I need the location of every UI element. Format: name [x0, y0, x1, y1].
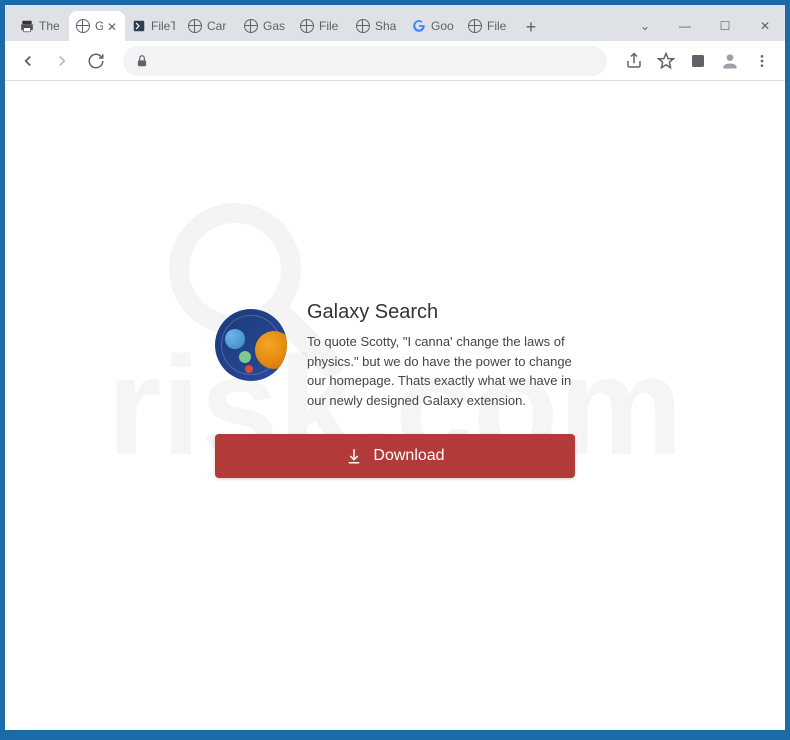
minimize-button[interactable]: — — [665, 11, 705, 41]
page-description: To quote Scotty, "I canna' change the la… — [307, 332, 575, 410]
tab-strip: The G ✕ FileT Car Gas File — [5, 5, 785, 41]
globe-icon — [467, 18, 483, 34]
lock-icon — [135, 54, 149, 68]
google-icon — [411, 18, 427, 34]
menu-button[interactable] — [747, 46, 777, 76]
window-dropdown-button[interactable]: ⌄ — [625, 11, 665, 41]
reload-button[interactable] — [81, 46, 111, 76]
tab-sha[interactable]: Sha — [349, 11, 405, 41]
tab-car[interactable]: Car — [181, 11, 237, 41]
file-icon — [131, 18, 147, 34]
tab-title: The — [39, 19, 63, 33]
tab-the[interactable]: The — [13, 11, 69, 41]
galaxy-planet-icon — [215, 309, 287, 381]
profile-button[interactable] — [715, 46, 745, 76]
share-button[interactable] — [619, 46, 649, 76]
globe-icon — [187, 18, 203, 34]
tab-file2[interactable]: File — [461, 11, 517, 41]
back-button[interactable] — [13, 46, 43, 76]
tab-google[interactable]: Goo — [405, 11, 461, 41]
new-tab-button[interactable]: + — [517, 13, 545, 41]
tab-title: Car — [207, 19, 231, 33]
download-label: Download — [373, 447, 444, 465]
download-icon — [345, 447, 363, 465]
tab-file1[interactable]: File — [293, 11, 349, 41]
tab-title: Gas — [263, 19, 287, 33]
tab-title: File — [487, 19, 511, 33]
tab-title: File — [319, 19, 343, 33]
toolbar — [5, 41, 785, 81]
tab-title: G — [95, 19, 103, 33]
tab-title: FileT — [151, 19, 175, 33]
printer-icon — [19, 18, 35, 34]
bookmark-button[interactable] — [651, 46, 681, 76]
maximize-button[interactable]: ☐ — [705, 11, 745, 41]
tab-active[interactable]: G ✕ — [69, 11, 125, 41]
tab-title: Sha — [375, 19, 399, 33]
extensions-button[interactable] — [683, 46, 713, 76]
close-icon[interactable]: ✕ — [107, 20, 119, 32]
forward-button[interactable] — [47, 46, 77, 76]
globe-icon — [355, 18, 371, 34]
browser-window: The G ✕ FileT Car Gas File — [5, 5, 785, 730]
close-window-button[interactable]: ✕ — [745, 11, 785, 41]
tab-title: Goo — [431, 19, 455, 33]
tab-filet[interactable]: FileT — [125, 11, 181, 41]
page-content: Galaxy Search To quote Scotty, "I canna'… — [195, 301, 595, 478]
globe-icon — [75, 18, 91, 34]
content-area: risk.com Galaxy Search To quote Scotty, … — [5, 81, 785, 730]
address-bar[interactable] — [123, 46, 607, 76]
page-heading: Galaxy Search — [307, 301, 575, 324]
globe-icon — [299, 18, 315, 34]
globe-icon — [243, 18, 259, 34]
tab-gas[interactable]: Gas — [237, 11, 293, 41]
download-button[interactable]: Download — [215, 434, 575, 478]
window-controls: ⌄ — ☐ ✕ — [625, 11, 785, 41]
